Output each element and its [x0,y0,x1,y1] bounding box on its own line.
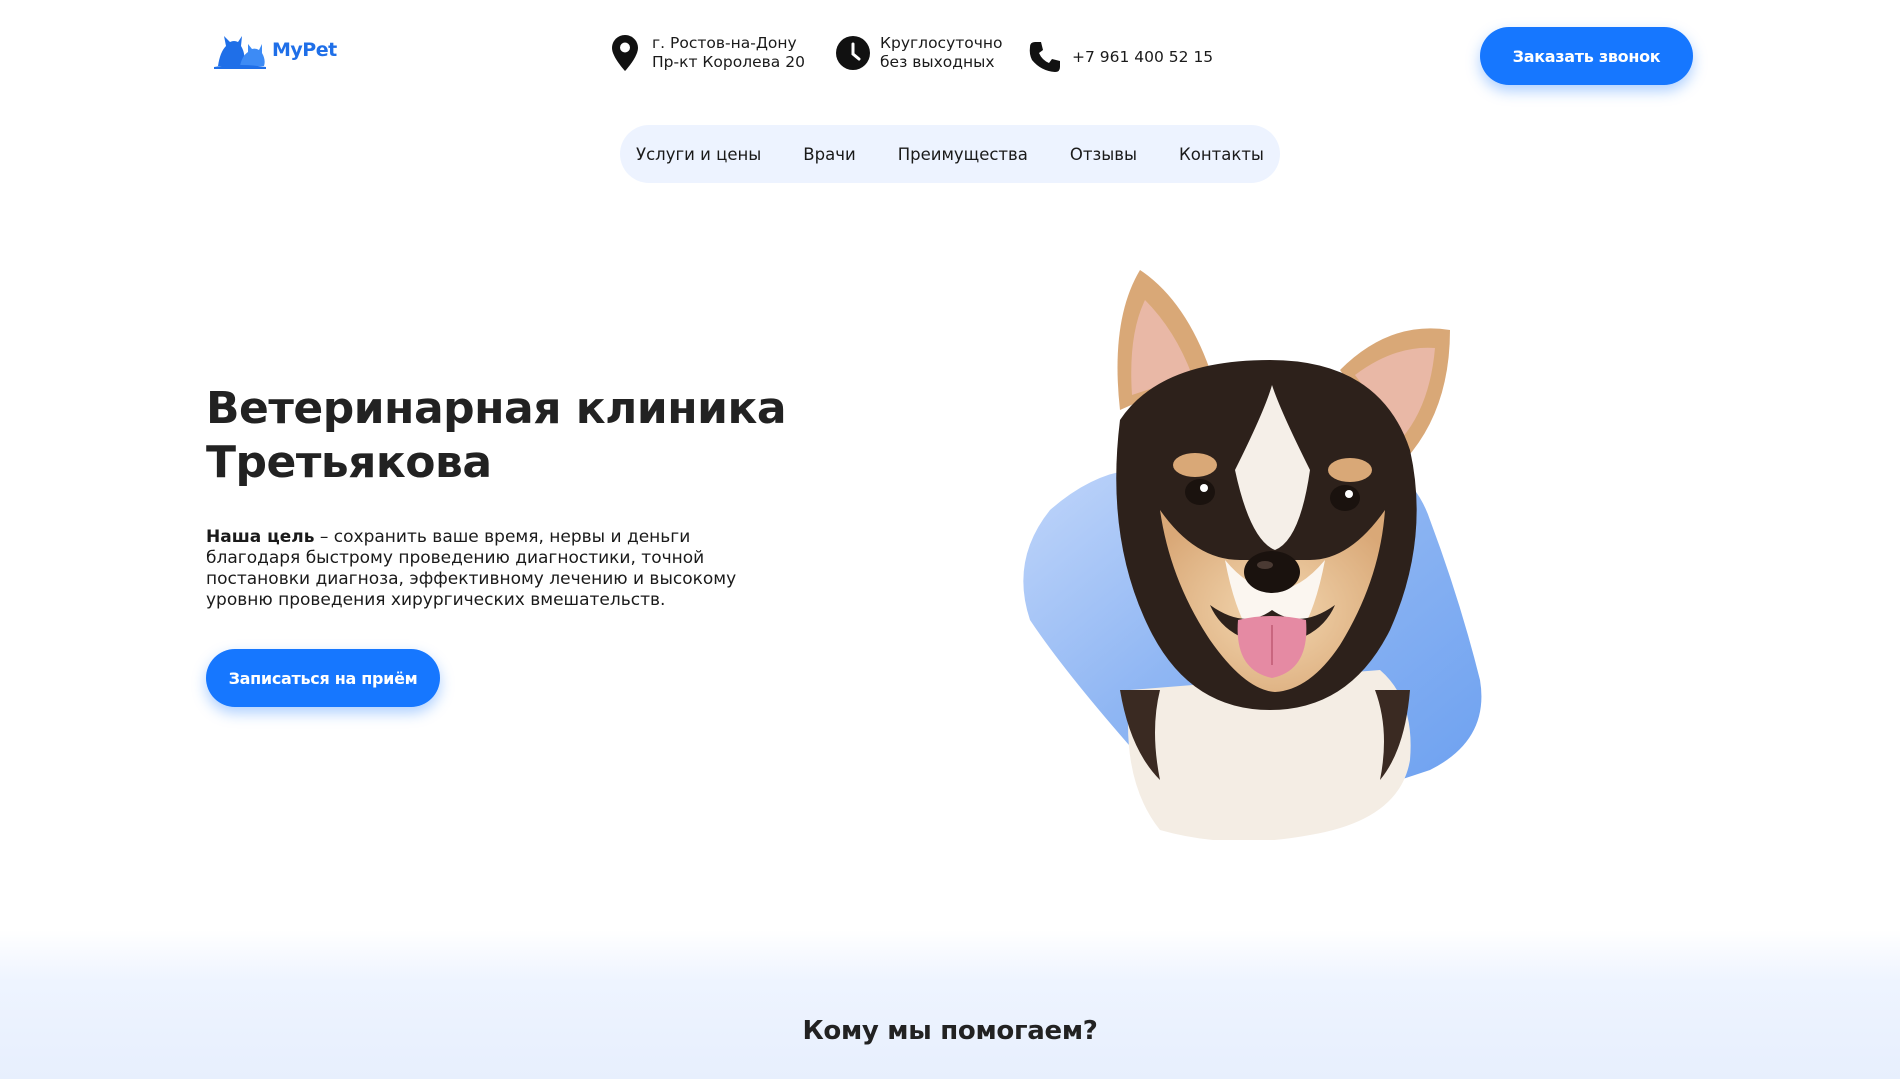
hero-description-bold: Наша цель [206,527,315,547]
nav-item-services[interactable]: Услуги и цены [615,145,782,164]
location-pin-icon [608,34,642,72]
address-city: г. Ростов-на-Дону [652,34,797,52]
brand-name: MyPet [272,39,337,61]
address-block: г. Ростов-на-Дону Пр-кт Королева 20 [608,34,805,72]
hero-description: Наша цель – сохранить ваше время, нервы … [206,527,786,611]
phone-icon [1028,38,1062,76]
nav-item-reviews[interactable]: Отзывы [1049,145,1158,164]
nav-item-advantages[interactable]: Преимущества [877,145,1049,164]
cat-dog-logo-icon [214,36,266,69]
main-nav: Услуги и цены Врачи Преимущества Отзывы … [620,125,1280,183]
section-title: Кому мы помогаем? [802,1016,1098,1046]
phone-block[interactable]: +7 961 400 52 15 [1028,38,1213,76]
hours-line2: без выходных [880,53,995,71]
who-we-help-section [0,930,1900,1079]
hero-title: Ветеринарная клиника Третьякова [206,382,826,490]
nav-item-doctors[interactable]: Врачи [782,145,876,164]
hero-title-line2: Третьякова [206,437,492,488]
brand-logo[interactable]: MyPet [214,28,337,72]
appointment-button[interactable]: Записаться на приём [206,649,440,707]
phone-number[interactable]: +7 961 400 52 15 [1072,48,1213,67]
clock-icon [836,34,870,72]
corgi-puppy-image [1023,270,1482,840]
callback-button[interactable]: Заказать звонок [1480,27,1693,85]
site-header: MyPet г. Ростов-на-Дону Пр-кт Королева 2… [0,0,1900,110]
hours-block: Круглосуточно без выходных [836,34,1003,72]
address-street: Пр-кт Королева 20 [652,53,805,71]
hours-line1: Круглосуточно [880,34,1003,52]
nav-item-contacts[interactable]: Контакты [1158,145,1285,164]
hero-title-line1: Ветеринарная клиника [206,383,787,434]
